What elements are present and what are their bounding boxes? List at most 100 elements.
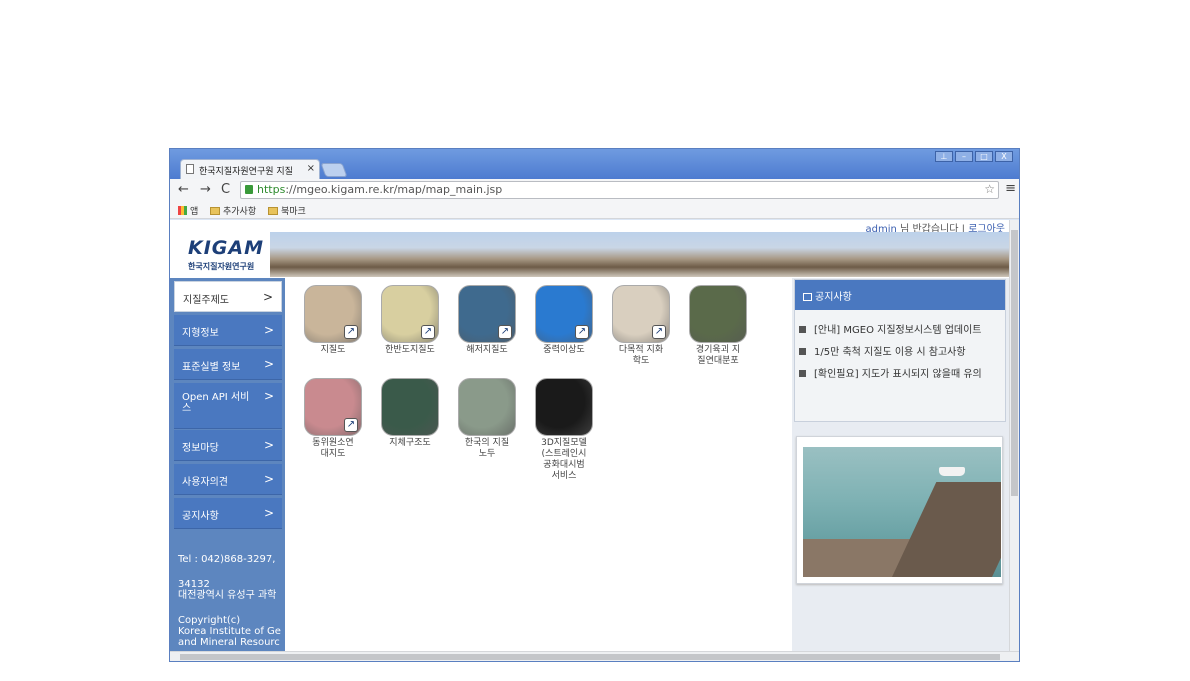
tile-thumbnail (535, 378, 593, 436)
kigam-logo[interactable]: KIGAM 한국지질자원연구원 (170, 232, 270, 277)
chevron-right-icon: > (263, 357, 274, 371)
tile-label: 3D지질모델 (스트레인시 공화대시범 서비스 (541, 438, 587, 481)
tile-3d-geologic-model[interactable]: 3D지질모델 (스트레인시 공화대시범 서비스 (529, 378, 599, 482)
tile-seabed-geologic-map[interactable]: ↗ 해저지질도 (452, 285, 522, 356)
browser-tab[interactable]: 한국지질자원연구원 지질 × (180, 159, 320, 179)
tile-thumbnail (689, 285, 747, 343)
tile-tectonic-map[interactable]: 지체구조도 (375, 378, 445, 449)
scroll-thumb[interactable] (180, 654, 1000, 660)
bookmark-folder-1[interactable]: 추가사항 (210, 204, 256, 217)
notice-header: 공지사항 (795, 280, 1005, 310)
sidebar-item-user-feedback[interactable]: 사용자의견 > (174, 464, 282, 495)
sidebar-item-label: 지형정보 (182, 328, 219, 339)
bullet-icon (799, 326, 806, 333)
notice-column: 공지사항 [안내] MGEO 지질정보시스템 업데이트 1/5만 축척 지질도 … (792, 278, 1009, 651)
footer-address: 대전광역시 유성구 과학 (178, 590, 277, 601)
external-link-icon: ↗ (652, 325, 666, 339)
tile-thumbnail: ↗ (381, 285, 439, 343)
tile-thumbnail: ↗ (612, 285, 670, 343)
minimize-button[interactable]: – (955, 151, 973, 162)
chevron-right-icon: > (263, 472, 274, 486)
sidebar-item-geology-theme[interactable]: 지질주제도 > (174, 281, 282, 312)
notice-item[interactable]: [확인필요] 지도가 표시되지 않을때 유의 (799, 365, 1005, 380)
bookmark-apps[interactable]: 앱 (178, 204, 198, 217)
header-banner: KIGAM 한국지질자원연구원 (170, 232, 1009, 277)
close-window-button[interactable]: X (995, 151, 1013, 162)
tab-close-icon[interactable]: × (307, 163, 315, 174)
tile-label: 한반도지질도 (385, 345, 435, 355)
tile-label: 중력이상도 (543, 345, 585, 355)
tile-thumbnail: ↗ (304, 285, 362, 343)
chevron-right-icon: > (263, 506, 274, 520)
sidebar: 지질주제도 > 지형정보 > 표준실별 정보 > Open API 서비스 > … (170, 278, 285, 651)
sidebar-item-label: 정보마당 (182, 443, 219, 454)
tile-thumbnail: ↗ (535, 285, 593, 343)
tile-label: 경기육괴 지 질연대분포 (695, 345, 741, 366)
tile-isotope-age-map[interactable]: ↗ 동위원소연 대지도 (298, 378, 368, 460)
browser-window: 한국지질자원연구원 지질 × ⊥ – □ X ← → C https://mge… (169, 148, 1020, 662)
reload-icon[interactable]: C (221, 182, 230, 197)
tile-thumbnail: ↗ (304, 378, 362, 436)
chevron-right-icon: > (262, 290, 273, 304)
window-user-button[interactable]: ⊥ (935, 151, 953, 162)
browser-menu-icon[interactable]: ≡ (1005, 181, 1016, 196)
notice-item[interactable]: 1/5만 축척 지질도 이용 시 참고사항 (799, 343, 1005, 358)
bookmark-folder-2[interactable]: 북마크 (268, 204, 306, 217)
url-scheme: https (257, 183, 286, 196)
tile-korea-outcrops[interactable]: 한국의 지질 노두 (452, 378, 522, 460)
sidebar-item-label: 사용자의견 (182, 477, 228, 488)
url-path: ://mgeo.kigam.re.kr/map/map_main.jsp (285, 183, 503, 196)
logo-text: KIGAM (188, 237, 264, 259)
coastal-photo (803, 447, 1001, 577)
title-bar: 한국지질자원연구원 지질 × ⊥ – □ X (170, 149, 1019, 179)
sidebar-item-open-api[interactable]: Open API 서비스 > (174, 383, 282, 429)
notice-icon (803, 293, 812, 301)
tile-thumbnail (381, 378, 439, 436)
tile-label: 한국의 지질 노두 (464, 438, 510, 459)
folder-icon (210, 206, 220, 215)
footer-tel: Tel : 042)868-3297, (178, 554, 276, 565)
tile-label: 해저지질도 (466, 345, 508, 355)
tile-label: 다목적 지화 학도 (618, 345, 664, 366)
sidebar-item-notice[interactable]: 공지사항 > (174, 498, 282, 529)
new-tab-button[interactable] (320, 163, 348, 177)
horizontal-scrollbar[interactable] (170, 651, 1019, 661)
bookmark-label: 앱 (190, 207, 199, 217)
bookmark-star-icon[interactable]: ☆ (984, 182, 995, 196)
footer-org-2: and Mineral Resourc (178, 637, 280, 648)
tile-geochemical-map[interactable]: ↗ 다목적 지화 학도 (606, 285, 676, 367)
sidebar-item-label: 공지사항 (182, 511, 219, 522)
folder-icon (268, 206, 278, 215)
page-viewport: admin 님 반갑습니다 | 로그아웃 KIGAM 한국지질자원연구원 지질주… (170, 220, 1009, 651)
lock-icon (245, 185, 253, 194)
chevron-right-icon: > (263, 323, 274, 337)
forward-arrow-icon[interactable]: → (200, 182, 211, 197)
tile-gravity-anomaly-map[interactable]: ↗ 중력이상도 (529, 285, 599, 356)
sidebar-item-terrain[interactable]: 지형정보 > (174, 315, 282, 346)
tile-label: 지질도 (320, 345, 346, 355)
tile-geologic-map[interactable]: ↗ 지질도 (298, 285, 368, 356)
maximize-button[interactable]: □ (975, 151, 993, 162)
address-bar[interactable]: https://mgeo.kigam.re.kr/map/map_main.js… (240, 181, 999, 199)
back-arrow-icon[interactable]: ← (178, 182, 189, 197)
apps-grid-icon (178, 206, 187, 215)
vertical-scrollbar[interactable] (1009, 220, 1019, 651)
external-link-icon: ↗ (575, 325, 589, 339)
tile-gyeonggi-age-map[interactable]: 경기육괴 지 질연대분포 (683, 285, 753, 367)
window-controls: ⊥ – □ X (935, 151, 1013, 162)
notice-item[interactable]: [안내] MGEO 지질정보시스템 업데이트 (799, 321, 1005, 336)
tile-label: 지체구조도 (389, 438, 431, 448)
boat-shape (939, 467, 965, 476)
tile-thumbnail: ↗ (458, 285, 516, 343)
footer-org: Korea Institute of Ge (178, 626, 281, 637)
bookmark-label: 북마크 (281, 207, 306, 217)
footer-postcode: 34132 (178, 579, 210, 590)
sidebar-item-standard-info[interactable]: 표준실별 정보 > (174, 349, 282, 380)
bookmark-label: 추가사항 (223, 207, 257, 217)
tile-korea-geologic-map[interactable]: ↗ 한반도지질도 (375, 285, 445, 356)
scroll-thumb[interactable] (1011, 230, 1018, 496)
sidebar-item-info-plaza[interactable]: 정보마당 > (174, 430, 282, 461)
notice-panel: 공지사항 [안내] MGEO 지질정보시스템 업데이트 1/5만 축척 지질도 … (794, 279, 1006, 422)
chevron-right-icon: > (263, 438, 274, 452)
bullet-icon (799, 348, 806, 355)
